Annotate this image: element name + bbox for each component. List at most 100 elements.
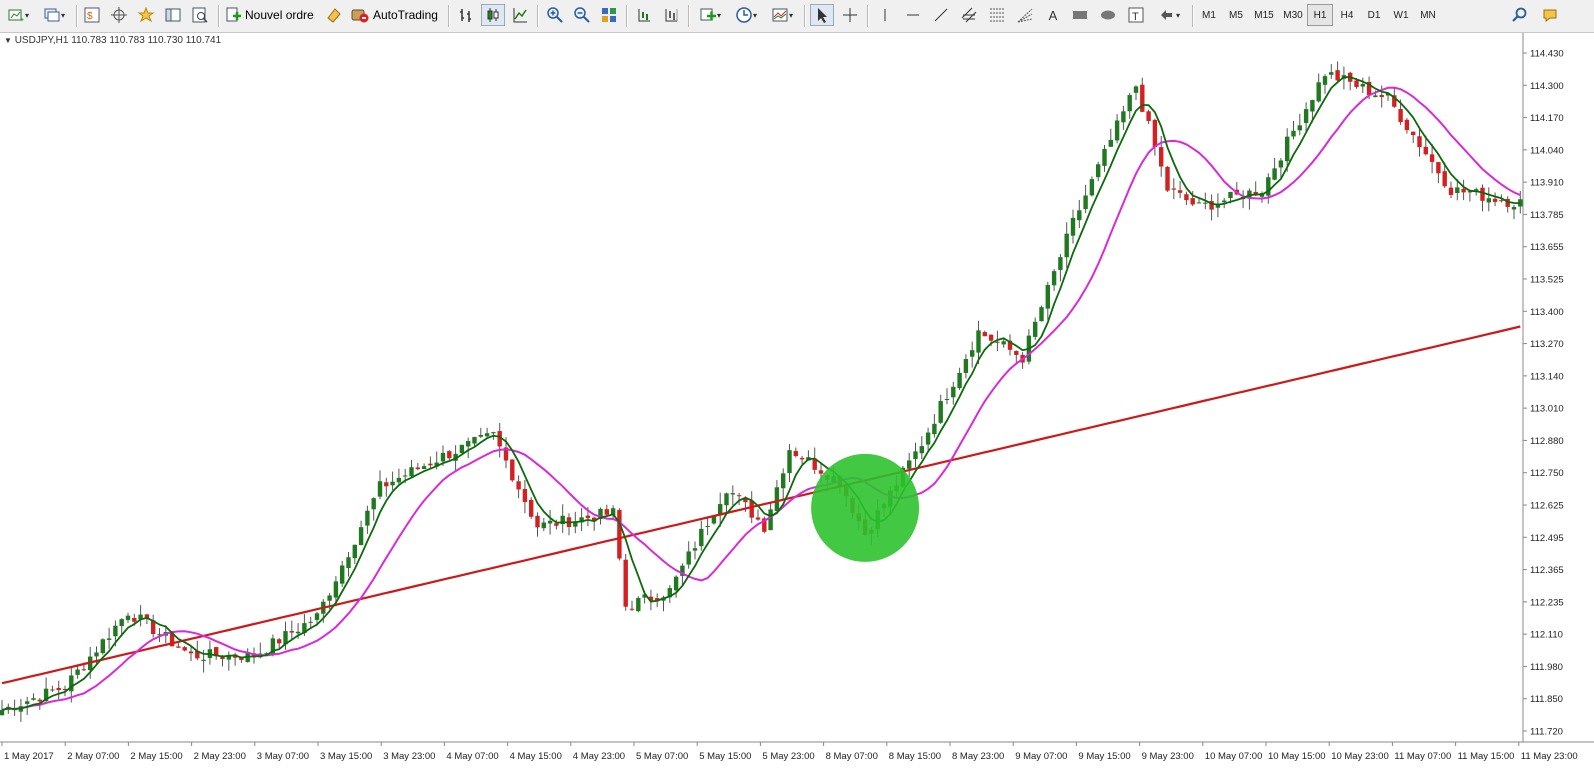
trendline-icon[interactable] <box>929 4 953 26</box>
bear-candle <box>188 651 194 654</box>
timeframe-h1[interactable]: H1 <box>1307 4 1333 26</box>
community-icon[interactable] <box>1538 4 1562 26</box>
time-axis-label: 1 May 2017 <box>4 751 54 762</box>
line-chart-icon[interactable] <box>508 4 532 26</box>
bear-candle <box>1354 80 1359 87</box>
bear-candle <box>1417 136 1422 148</box>
bull-candle <box>94 652 99 657</box>
auto-scroll-icon[interactable] <box>632 4 656 26</box>
bull-candle <box>547 520 553 524</box>
bull-candle <box>484 433 490 437</box>
price-axis-label: 112.495 <box>1530 533 1564 544</box>
rectangle-icon[interactable] <box>1068 4 1092 26</box>
horizontal-line-icon[interactable] <box>901 4 925 26</box>
price-axis-label: 112.750 <box>1530 468 1564 479</box>
bull-candle <box>396 477 402 483</box>
bear-candle <box>629 608 635 610</box>
bear-candle <box>516 481 521 490</box>
time-axis-label: 5 May 07:00 <box>636 751 688 762</box>
new-chart-icon[interactable]: + ▾ <box>2 4 34 26</box>
bear-candle <box>182 647 187 651</box>
bull-candle <box>125 615 131 620</box>
bull-candle <box>1196 202 1202 204</box>
bull-candle <box>1297 125 1302 131</box>
strategy-tester-icon[interactable] <box>188 4 212 26</box>
bear-candle <box>1461 188 1466 193</box>
cursor-icon[interactable] <box>810 4 834 26</box>
bear-candle <box>1480 187 1485 201</box>
bull-candle <box>1051 271 1057 286</box>
timeframe-mn[interactable]: MN <box>1415 4 1441 26</box>
ellipse-icon[interactable] <box>1096 4 1120 26</box>
timeframe-m15[interactable]: M15 <box>1250 4 1278 26</box>
chart-window[interactable]: 114.430 114.300 114.170 114.040 113.910 113.7… <box>0 33 1594 774</box>
crosshair-icon[interactable] <box>838 4 862 26</box>
bull-candle <box>327 595 332 601</box>
timeframe-d1[interactable]: D1 <box>1361 4 1387 26</box>
bull-candle <box>932 423 937 435</box>
templates-icon[interactable]: ▾ <box>766 4 798 26</box>
terminal-icon[interactable] <box>161 4 185 26</box>
timeframe-m1[interactable]: M1 <box>1196 4 1222 26</box>
bull-candle <box>1278 160 1284 168</box>
zoom-in-icon[interactable] <box>543 4 567 26</box>
bull-candle <box>106 638 112 640</box>
chart-shift-icon[interactable] <box>659 4 683 26</box>
bear-candle <box>1140 84 1145 112</box>
indicators-icon[interactable]: ▾ <box>694 4 726 26</box>
bear-candle <box>384 482 389 487</box>
bear-candle <box>1335 70 1340 81</box>
bear-candle <box>1190 198 1195 205</box>
price-axis-label: 114.170 <box>1530 113 1564 124</box>
time-axis-label: 4 May 07:00 <box>446 751 498 762</box>
navigator-icon[interactable] <box>107 4 131 26</box>
ma-mid-line <box>1 86 1521 711</box>
channel-icon[interactable] <box>957 4 981 26</box>
timeframe-m5[interactable]: M5 <box>1223 4 1249 26</box>
tile-windows-icon[interactable] <box>597 4 621 26</box>
timeframe-w1[interactable]: W1 <box>1388 4 1414 26</box>
bull-candle <box>365 510 370 526</box>
bear-candle <box>793 450 798 456</box>
bull-candle <box>925 432 931 445</box>
price-chart[interactable]: 114.430 114.300 114.170 114.040 113.910 113.7… <box>0 33 1594 774</box>
collapse-arrow-icon[interactable]: ▼ <box>4 36 12 45</box>
profiles-icon[interactable]: ▾ <box>38 4 70 26</box>
time-axis-label: 4 May 23:00 <box>573 751 625 762</box>
price-axis-label: 113.270 <box>1530 339 1564 350</box>
bull-candle <box>730 493 735 495</box>
bear-candle <box>623 559 628 607</box>
arrows-icon[interactable]: ▾ <box>1152 4 1186 26</box>
bear-candle <box>1152 119 1158 148</box>
new-order-label: Nouvel ordre <box>245 8 314 22</box>
bull-candle <box>390 481 395 486</box>
bear-candle <box>736 495 742 497</box>
search-icon[interactable] <box>1508 4 1532 26</box>
periods-icon[interactable]: ▾ <box>730 4 762 26</box>
metaeditor-icon[interactable] <box>322 4 346 26</box>
timeframe-m30[interactable]: M30 <box>1279 4 1307 26</box>
time-axis-label: 2 May 15:00 <box>130 751 182 762</box>
candlesticks-icon[interactable] <box>481 4 505 26</box>
zoom-out-icon[interactable] <box>570 4 594 26</box>
bull-candle <box>371 498 376 510</box>
vertical-line-icon[interactable] <box>873 4 897 26</box>
bull-candle <box>295 631 301 634</box>
new-order-button[interactable]: Nouvel ordre <box>224 4 317 26</box>
bull-candle <box>919 446 924 454</box>
text-label-icon[interactable]: T <box>1124 4 1148 26</box>
bar-chart-icon[interactable] <box>454 4 478 26</box>
text-icon[interactable]: A <box>1041 4 1065 26</box>
bear-candle <box>1165 166 1170 191</box>
favorites-icon[interactable] <box>134 4 158 26</box>
time-axis-label: 9 May 23:00 <box>1142 751 1194 762</box>
bull-candle <box>1077 210 1082 221</box>
bear-candle <box>1171 188 1176 190</box>
fibonacci-retracement-icon[interactable] <box>985 4 1009 26</box>
bull-candle <box>957 372 962 389</box>
fibonacci-fan-icon[interactable] <box>1013 4 1037 26</box>
timeframe-h4[interactable]: H4 <box>1334 4 1360 26</box>
bull-candle <box>976 330 981 353</box>
autotrading-button[interactable]: AutoTrading <box>350 4 441 26</box>
market-watch-icon[interactable]: $ <box>80 4 104 26</box>
